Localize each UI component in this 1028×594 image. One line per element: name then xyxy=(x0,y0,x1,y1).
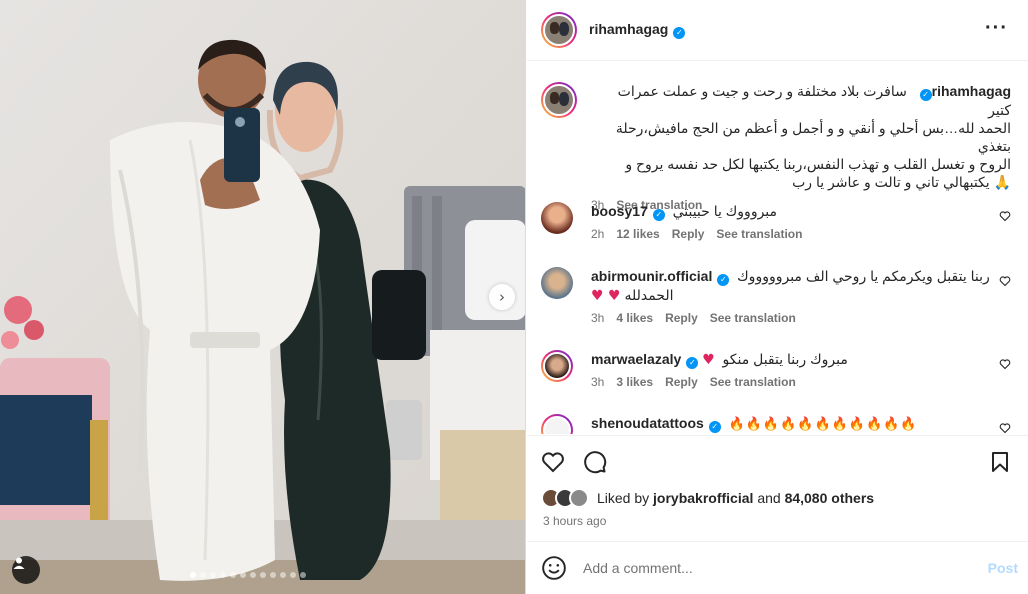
caption-line: يكتبهالي تاني و تالت و عاشر يا رب xyxy=(792,174,990,190)
emoji-icon[interactable] xyxy=(541,555,567,581)
caption-author-avatar[interactable] xyxy=(541,82,577,118)
comment-item: marwaelazaly ✓ ♥ مبروك ربنا يتقبل منكو 3h… xyxy=(541,350,1011,389)
comment-likes-link[interactable]: 12 likes xyxy=(616,227,659,241)
carousel-dot xyxy=(250,572,256,578)
red-heart-emoji: ♥ ♥ xyxy=(591,288,621,304)
next-image-button[interactable]: › xyxy=(489,284,515,310)
post-panel: rihamhagag ✓ ··· rihamhagag✓ سافرت بلاد م… xyxy=(527,0,1028,594)
verified-badge-icon: ✓ xyxy=(686,357,699,369)
commenter-avatar[interactable] xyxy=(541,267,573,299)
carousel-indicator xyxy=(190,572,306,578)
commenter-username[interactable]: marwaelazaly xyxy=(591,351,681,367)
commenter-username[interactable]: shenoudatattoos xyxy=(591,415,704,431)
comment-text: مبروك ربنا يتقبل منكو xyxy=(722,351,848,367)
carousel-dot xyxy=(280,572,286,578)
verified-badge-icon: ✓ xyxy=(919,89,932,101)
post-actions xyxy=(527,435,1028,487)
see-translation-link[interactable]: See translation xyxy=(710,311,796,325)
commenter-avatar[interactable] xyxy=(541,414,573,434)
caption-username-text[interactable]: rihamhagag xyxy=(932,83,1011,99)
add-comment-bar: Post xyxy=(527,541,1028,594)
comment-text: مبروووك يا حبيبتي xyxy=(672,203,778,219)
user-tags-button[interactable] xyxy=(12,556,40,584)
more-options-icon[interactable]: ··· xyxy=(985,18,1008,38)
carousel-dot xyxy=(220,572,226,578)
reply-button[interactable]: Reply xyxy=(665,375,698,389)
comment-likes-link[interactable]: 3 likes xyxy=(616,375,653,389)
comment-text: الحمدلله xyxy=(624,287,674,303)
comment-input[interactable] xyxy=(583,560,963,576)
comment-meta: 3h 3 likes Reply See translation xyxy=(591,375,1011,389)
commenter-username[interactable]: boosy17 xyxy=(591,203,648,219)
comment-time: 3h xyxy=(591,375,605,389)
post-caption: rihamhagag✓ سافرت بلاد مختلفة و رحت و جي… xyxy=(541,82,1011,212)
carousel-dot xyxy=(190,572,196,578)
comment-item: abirmounir.official ✓ ربنا يتقبل ويكرمكم … xyxy=(541,267,1011,325)
comments-scroll-area[interactable]: rihamhagag✓ سافرت بلاد مختلفة و رحت و جي… xyxy=(527,62,1028,434)
caption-line: الروح و تغسل القلب و تهذب النفس،ربنا يكت… xyxy=(625,156,1011,172)
caption-author-username[interactable]: rihamhagag✓ xyxy=(915,83,1011,101)
commenter-username[interactable]: abirmounir.official xyxy=(591,268,712,284)
verified-badge-icon: ✓ xyxy=(708,421,721,433)
liker-avatar xyxy=(569,488,589,508)
reply-button[interactable]: Reply xyxy=(672,227,705,241)
comment-meta: 3h 4 likes Reply See translation xyxy=(591,311,1011,325)
comment-item: boosy17 ✓ مبروووك يا حبيبتي 2h 12 likes R… xyxy=(541,202,1011,241)
carousel-dot xyxy=(210,572,216,578)
author-username[interactable]: rihamhagag ✓ xyxy=(589,21,686,39)
author-username-text[interactable]: rihamhagag xyxy=(589,21,668,37)
carousel-dot xyxy=(260,572,266,578)
comment-item: shenoudatattoos ✓ 🔥🔥🔥🔥🔥🔥🔥🔥🔥🔥🔥 xyxy=(541,414,1011,434)
heart-icon[interactable] xyxy=(541,450,565,474)
post-timestamp[interactable]: 3 hours ago xyxy=(543,514,606,528)
author-avatar[interactable] xyxy=(541,12,577,48)
see-translation-link[interactable]: See translation xyxy=(716,227,802,241)
carousel-dot xyxy=(240,572,246,578)
likes-prefix: Liked by xyxy=(597,490,650,506)
comment-meta: 2h 12 likes Reply See translation xyxy=(591,227,1011,241)
carousel-dot xyxy=(290,572,296,578)
liker-avatars[interactable] xyxy=(541,488,589,508)
bookmark-icon[interactable] xyxy=(988,450,1012,474)
praying-hands-icon: 🙏 xyxy=(993,175,1011,191)
caption-line: الحمد لله…بس أحلي و أنقي و و أجمل و أعظم… xyxy=(615,120,1011,154)
commenter-avatar[interactable] xyxy=(541,350,573,382)
likes-and: and xyxy=(757,490,781,506)
verified-badge-icon: ✓ xyxy=(652,209,665,221)
post-image[interactable]: › xyxy=(0,0,526,594)
comment-text: ربنا يتقبل ويكرمكم يا روحي الف مبروووووك xyxy=(737,268,990,284)
comment-heart-icon[interactable] xyxy=(999,210,1011,222)
liker-username[interactable]: jorybakrofficial xyxy=(653,490,753,506)
user-tag-icon xyxy=(13,557,25,569)
comment-likes-link[interactable]: 4 likes xyxy=(616,311,653,325)
carousel-dot xyxy=(270,572,276,578)
likes-summary: Liked by jorybakrofficial and 84,080 oth… xyxy=(541,488,874,508)
verified-badge-icon: ✓ xyxy=(717,274,730,286)
reply-button[interactable]: Reply xyxy=(665,311,698,325)
chevron-right-icon: › xyxy=(499,288,505,306)
fire-emojis: 🔥🔥🔥🔥🔥🔥🔥🔥🔥🔥🔥 xyxy=(728,417,918,432)
comment-time: 3h xyxy=(591,311,605,325)
verified-badge-icon: ✓ xyxy=(673,27,686,39)
carousel-dot xyxy=(300,572,306,578)
likes-count-link[interactable]: 84,080 others xyxy=(785,490,875,506)
post-header: rihamhagag ✓ ··· xyxy=(527,0,1028,61)
comment-heart-icon[interactable] xyxy=(999,275,1011,287)
see-translation-link[interactable]: See translation xyxy=(710,375,796,389)
comment-time: 2h xyxy=(591,227,605,241)
comment-icon[interactable] xyxy=(583,450,607,474)
commenter-avatar[interactable] xyxy=(541,202,573,234)
carousel-dot xyxy=(230,572,236,578)
carousel-dot xyxy=(200,572,206,578)
comment-heart-icon[interactable] xyxy=(999,358,1011,370)
comment-heart-icon[interactable] xyxy=(999,422,1011,434)
caption-text: rihamhagag✓ سافرت بلاد مختلفة و رحت و جي… xyxy=(591,82,1011,192)
photo-illustration xyxy=(0,0,525,594)
post-comment-button[interactable]: Post xyxy=(988,560,1018,576)
red-heart-emoji: ♥ xyxy=(702,352,715,368)
